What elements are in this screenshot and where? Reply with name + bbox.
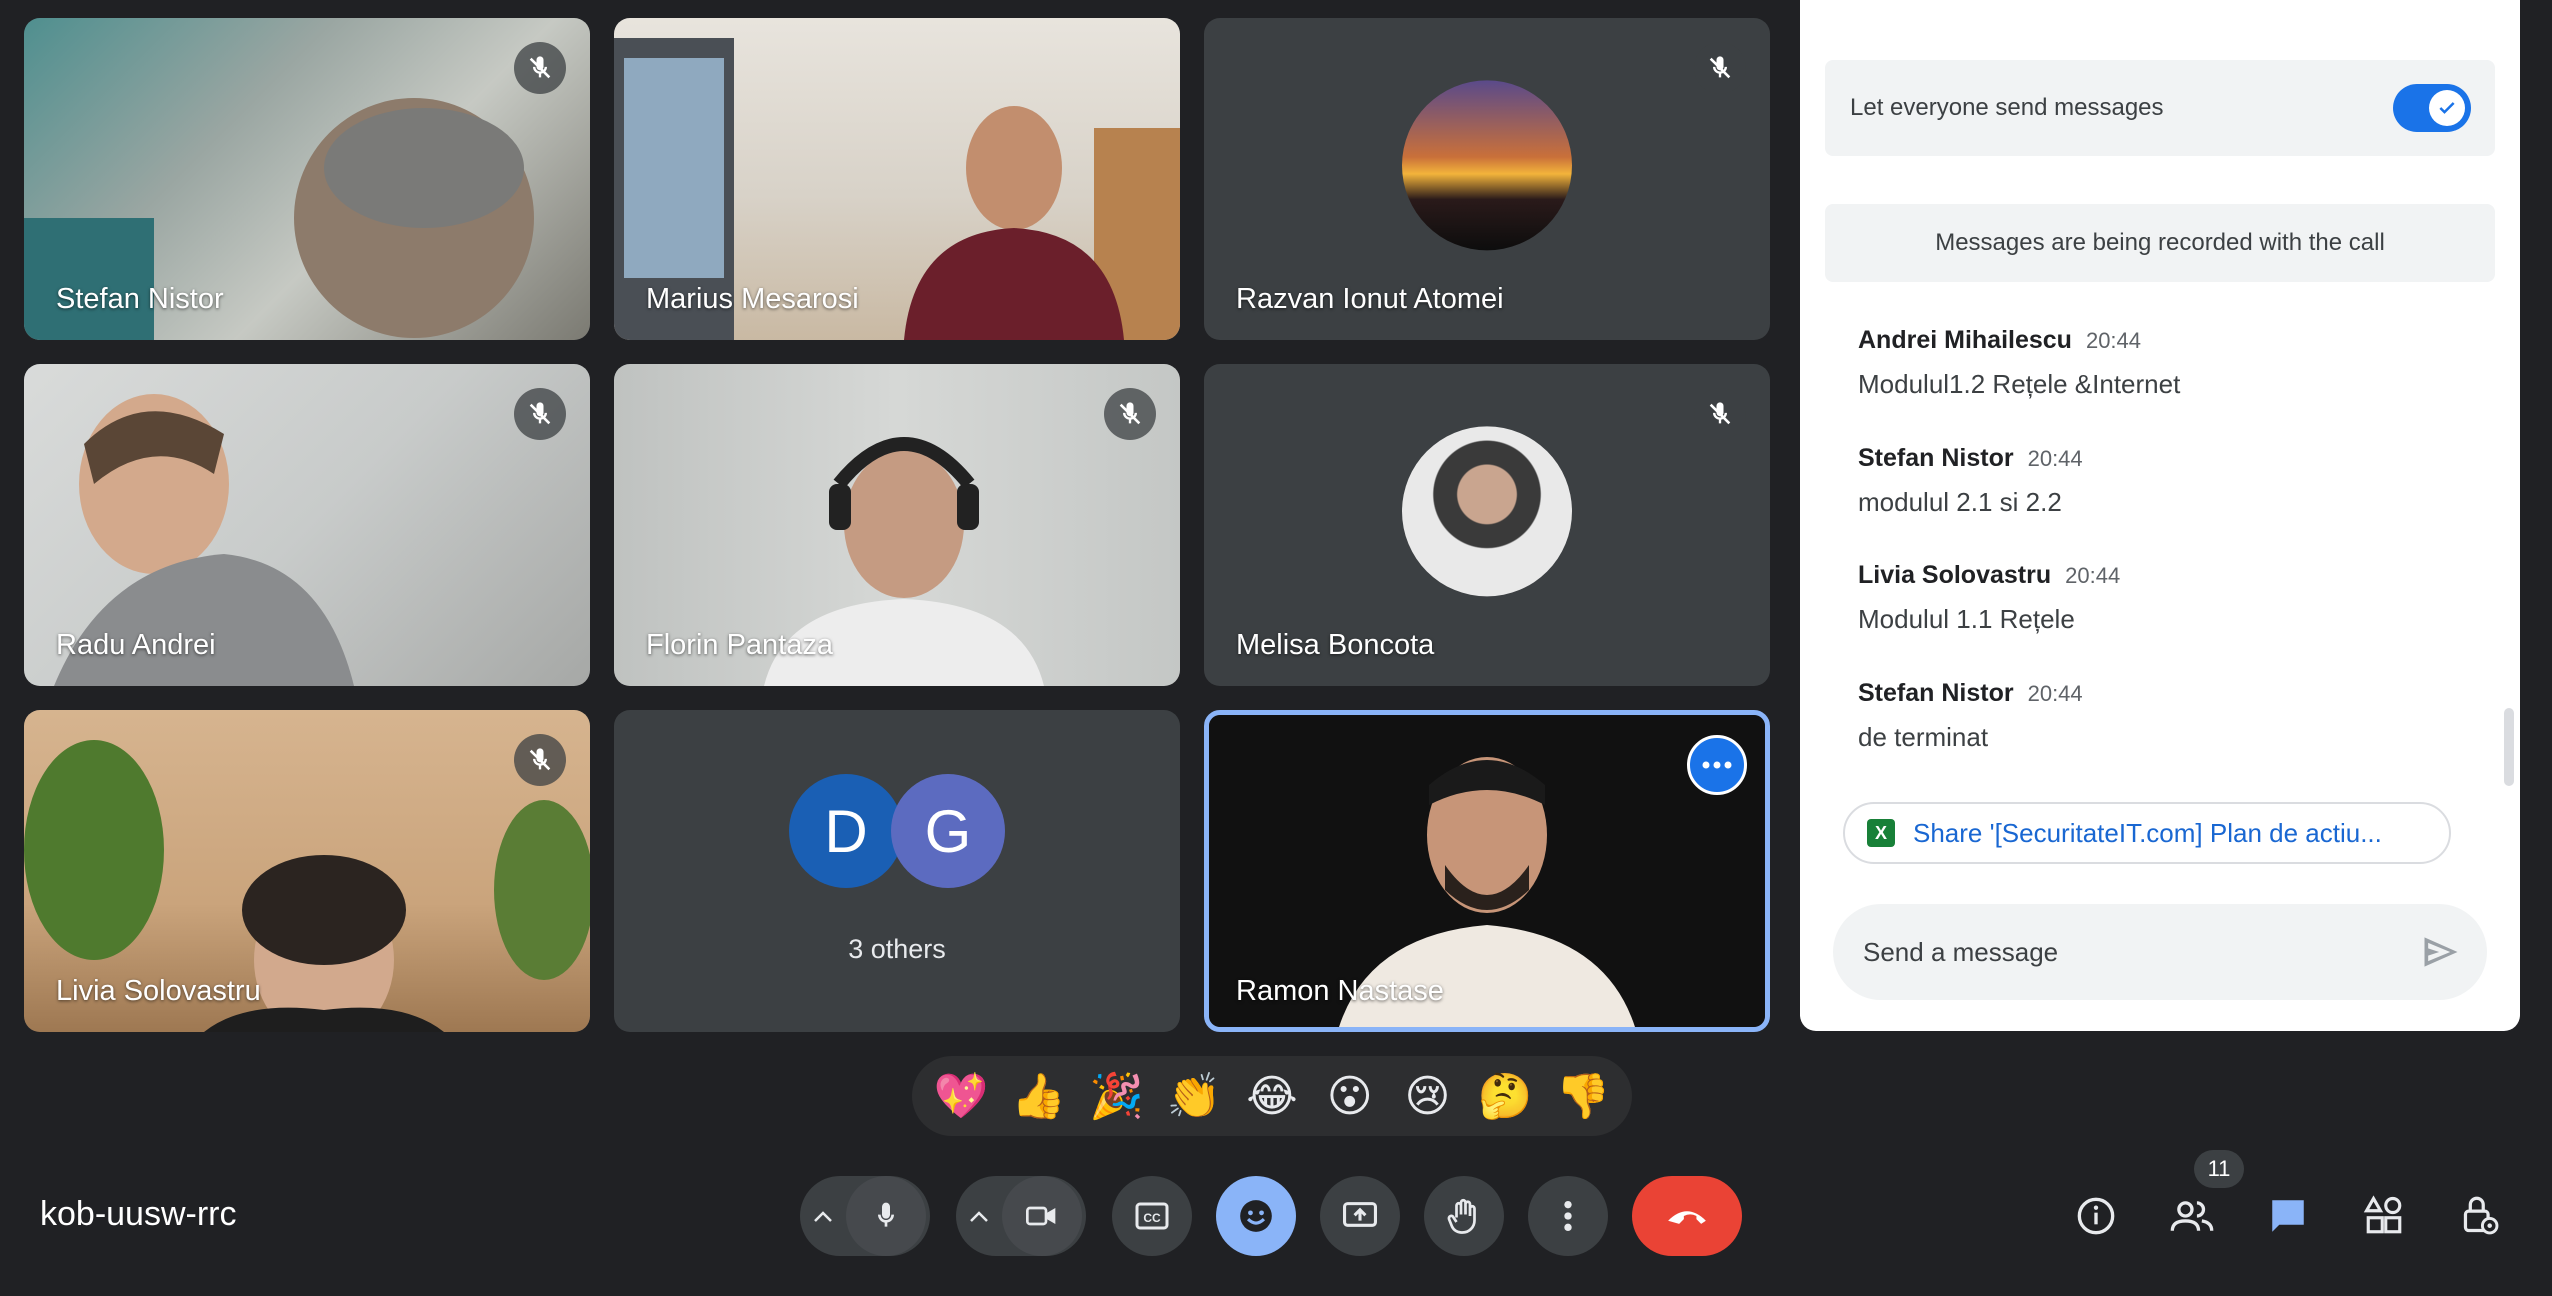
avatar: G	[891, 774, 1005, 888]
mic-off-icon	[514, 388, 566, 440]
others-count-label: 3 others	[848, 934, 946, 964]
send-messages-toggle[interactable]	[2393, 84, 2471, 132]
participant-tile[interactable]: Stefan Nistor	[24, 18, 590, 340]
avatar: D	[789, 774, 903, 888]
participant-tile-active[interactable]: Ramon Nastase	[1204, 710, 1770, 1032]
mic-off-icon	[514, 734, 566, 786]
reaction-sad[interactable]: 😢	[1391, 1071, 1463, 1122]
more-options-button[interactable]	[1528, 1176, 1608, 1256]
participant-name: Florin Pantaza	[646, 629, 833, 661]
chat-message: Andrei Mihailescu 20:44 Modulul1.2 Rețele…	[1858, 326, 2458, 400]
message-time: 20:44	[2085, 328, 2142, 353]
participant-tile[interactable]: Radu Andrei	[24, 364, 590, 686]
share-chip-label: Share '[SecuritateIT.com] Plan de actiu.…	[1913, 817, 2382, 848]
chat-icon[interactable]	[2264, 1192, 2312, 1240]
svg-text:CC: CC	[1143, 1211, 1161, 1225]
participant-name: Marius Mesarosi	[646, 283, 859, 315]
emoji-icon	[1240, 1200, 1272, 1232]
activities-icon[interactable]	[2360, 1192, 2408, 1240]
chat-message: Stefan Nistor 20:44 modulul 2.1 si 2.2	[1858, 444, 2458, 518]
people-icon[interactable]	[2168, 1192, 2216, 1240]
camera-control	[956, 1176, 1086, 1256]
message-text: modulul 2.1 si 2.2	[1858, 487, 2062, 517]
message-time: 20:44	[2027, 446, 2083, 471]
meet-window: Stefan Nistor Marius Mesarosi Razvan Ion…	[0, 0, 2552, 1296]
message-sender: Andrei Mihailescu	[1858, 326, 2072, 354]
chevron-up-icon[interactable]	[800, 1209, 846, 1223]
meeting-code: kob-uusw-rrc	[40, 1195, 237, 1233]
reaction-heart[interactable]: 💖	[925, 1070, 997, 1122]
chat-message: Livia Solovastru 20:44 Modulul 1.1 Rețele	[1858, 561, 2458, 635]
message-text: Modulul 1.1 Rețele	[1858, 604, 2075, 634]
chat-scrollbar[interactable]	[2504, 708, 2514, 786]
participant-count-badge: 11	[2194, 1150, 2244, 1188]
hang-up-icon	[1668, 1211, 1706, 1224]
camera-button[interactable]	[1002, 1176, 1082, 1256]
message-text: de terminat	[1858, 722, 1989, 752]
message-text: Modulul1.2 Rețele &Internet	[1858, 369, 2181, 399]
reaction-thumbs-up[interactable]: 👍	[1003, 1070, 1075, 1122]
chat-message: Stefan Nistor 20:44 de terminat	[1858, 679, 2458, 753]
message-sender: Livia Solovastru	[1858, 561, 2052, 589]
spreadsheet-icon: X	[1867, 819, 1895, 847]
reaction-thumbs-down[interactable]: 👎	[1547, 1070, 1619, 1122]
reaction-party[interactable]: 🎉	[1080, 1070, 1152, 1122]
mic-off-icon	[1694, 388, 1746, 440]
present-screen-button[interactable]	[1320, 1176, 1400, 1256]
mic-control	[800, 1176, 930, 1256]
participant-name: Livia Solovastru	[56, 975, 261, 1007]
participant-name: Melisa Boncota	[1236, 629, 1435, 661]
permission-row: Let everyone send messages	[1825, 60, 2495, 156]
others-avatars: D G	[789, 774, 1005, 888]
leave-call-button[interactable]	[1632, 1176, 1742, 1256]
participant-tile[interactable]: Marius Mesarosi	[614, 18, 1180, 340]
emoji-reactions-button[interactable]	[1216, 1176, 1296, 1256]
mic-off-icon	[514, 42, 566, 94]
mic-off-icon	[1694, 42, 1746, 94]
chat-panel: Let everyone send messages Messages are …	[1800, 0, 2520, 1031]
participant-tile[interactable]: Razvan Ionut Atomei	[1204, 18, 1770, 340]
participant-name: Radu Andrei	[56, 629, 216, 661]
message-input[interactable]	[1863, 930, 2383, 974]
check-icon	[2429, 90, 2465, 126]
captions-button[interactable]: CC	[1112, 1176, 1192, 1256]
send-icon[interactable]	[2419, 930, 2463, 974]
others-tile[interactable]: D G 3 others	[614, 710, 1180, 1032]
reaction-bar: 💖 👍 🎉 👏 😂 😮 😢 🤔 👎	[912, 1056, 1632, 1136]
more-vert-icon	[1564, 1200, 1572, 1232]
participant-name: Stefan Nistor	[56, 283, 224, 315]
participant-name: Razvan Ionut Atomei	[1236, 283, 1504, 315]
profile-photo	[1402, 426, 1572, 597]
participant-name: Ramon Nastase	[1236, 975, 1444, 1007]
chevron-up-icon[interactable]	[956, 1209, 1002, 1223]
hand-icon	[1447, 1198, 1476, 1234]
reaction-clap[interactable]: 👏	[1158, 1070, 1230, 1122]
more-options-icon[interactable]	[1687, 735, 1747, 795]
microphone-button[interactable]	[846, 1176, 926, 1256]
raise-hand-button[interactable]	[1424, 1176, 1504, 1256]
mic-off-icon	[1104, 388, 1156, 440]
share-file-chip[interactable]: X Share '[SecuritateIT.com] Plan de acti…	[1843, 802, 2451, 864]
message-sender: Stefan Nistor	[1858, 444, 2014, 472]
present-icon	[1343, 1202, 1377, 1227]
message-sender: Stefan Nistor	[1858, 679, 2014, 707]
reaction-laugh[interactable]: 😂	[1236, 1071, 1308, 1122]
participant-tile[interactable]: Livia Solovastru	[24, 710, 590, 1032]
host-controls-icon[interactable]	[2456, 1192, 2504, 1240]
permission-label: Let everyone send messages	[1850, 94, 2164, 121]
captions-icon: CC	[1135, 1202, 1169, 1230]
reaction-thinking[interactable]: 🤔	[1469, 1070, 1541, 1122]
message-time: 20:44	[2065, 563, 2121, 588]
message-composer	[1833, 904, 2487, 1000]
reaction-surprised[interactable]: 😮	[1314, 1071, 1386, 1122]
participant-tile[interactable]: Melisa Boncota	[1204, 364, 1770, 686]
participant-tile[interactable]: Florin Pantaza	[614, 364, 1180, 686]
profile-photo	[1402, 80, 1572, 251]
info-icon[interactable]	[2072, 1192, 2120, 1240]
message-time: 20:44	[2027, 681, 2083, 706]
recording-notice: Messages are being recorded with the cal…	[1825, 204, 2495, 282]
